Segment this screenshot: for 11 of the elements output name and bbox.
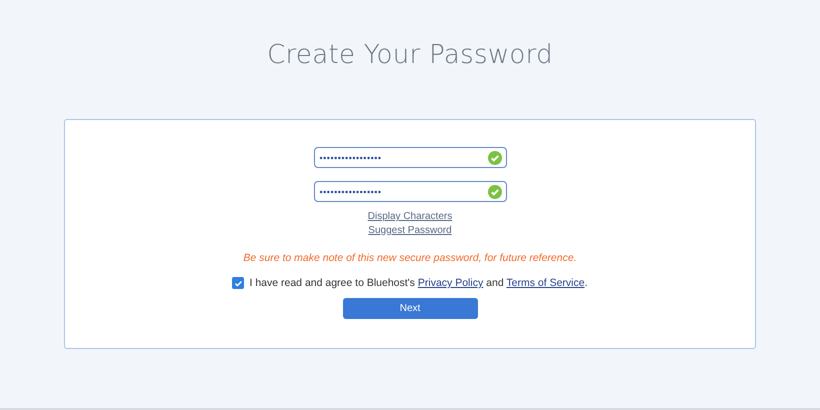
privacy-policy-link[interactable]: Privacy Policy: [418, 277, 484, 289]
password-field[interactable]: •••••••••••••••••: [314, 147, 506, 168]
agreement-text: I have read and agree to Bluehost's Privacy Policy and Terms of Service.: [249, 277, 588, 289]
terms-link[interactable]: Terms of Service: [506, 277, 585, 289]
page-title: Create Your Password: [267, 40, 553, 70]
agree-checkbox[interactable]: [232, 277, 244, 289]
note-text: Be sure to make note of this new secure password, for future reference.: [243, 252, 577, 264]
password-field[interactable]: •••••••••••••••••: [314, 181, 506, 202]
next-button[interactable]: Next: [342, 298, 478, 319]
text-link[interactable]: Display Characters: [368, 210, 452, 224]
text-link[interactable]: Suggest Password: [368, 224, 452, 238]
